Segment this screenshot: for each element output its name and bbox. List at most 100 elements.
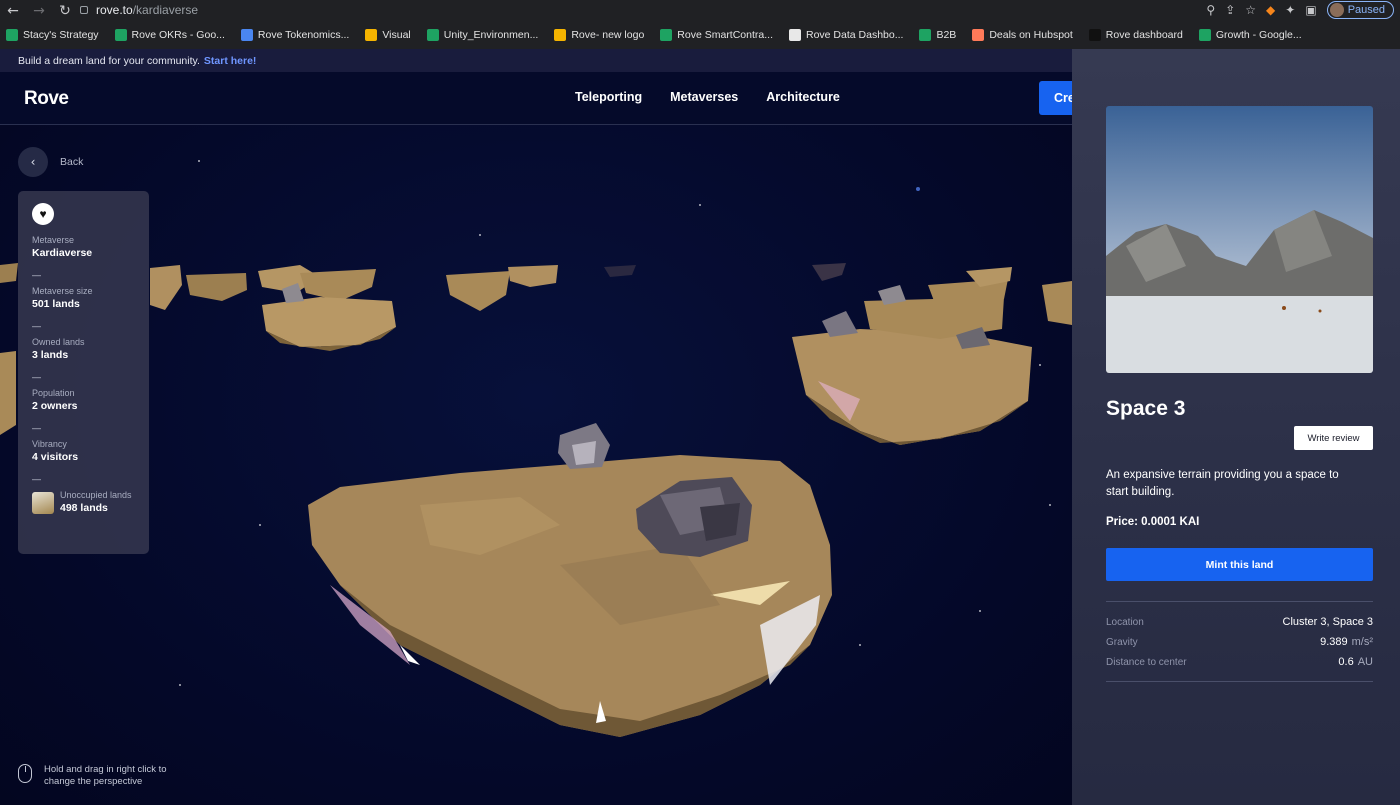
land-title: Space 3 [1106,397,1186,420]
hint-text: Hold and drag in right click to change t… [44,764,167,787]
kardiaverse-logo-icon: ♥ [32,203,54,225]
bookmark-label: Deals on Hubspot [989,29,1073,41]
detail-row-location: Location Cluster 3, Space 3 [1106,616,1373,628]
start-here-link[interactable]: Start here! [204,55,257,67]
stat-value: 2 owners [32,400,78,412]
stat-vibrancy: Vibrancy 4 visitors [32,439,135,465]
bookmark-favicon-icon [660,29,673,41]
bookmark-label: B2B [936,29,957,41]
create-button[interactable]: Create [1039,81,1072,115]
star-icon[interactable]: ☆ [1245,3,1256,17]
site-header: Rove Teleporting Metaverses Architecture… [0,72,1072,125]
stat-label: Population [32,388,75,398]
metaverse-stats-card: ♥ Metaverse Kardiaverse — Metaverse size… [18,191,149,554]
announcement-text: Build a dream land for your community. [18,54,200,67]
zoom-icon[interactable]: ⚲ [1206,3,1215,17]
bookmark-label: Rove SmartContra... [677,29,773,41]
mouse-icon [18,764,32,783]
address-bar[interactable]: rove.to/kardiaverse [80,1,1230,19]
write-review-button[interactable]: Write review [1294,426,1373,450]
reload-icon[interactable]: ↻ [52,1,78,21]
divider [1106,601,1373,602]
main-nav: Teleporting Metaverses Architecture [575,90,840,104]
bookmark-item[interactable]: Rove SmartContra... [660,29,773,41]
bookmark-favicon-icon [972,29,985,41]
scene-illustration [0,160,1072,737]
bookmark-favicon-icon [1088,29,1101,41]
bookmark-favicon-icon [114,29,127,41]
mint-land-button[interactable]: Mint this land [1106,548,1373,581]
land-price: Price: 0.0001 KAI [1106,516,1200,528]
stat-owned-lands: Owned lands 3 lands [32,337,135,363]
bookmark-item[interactable]: Unity_Environmen... [426,29,538,41]
stat-value: 4 visitors [32,451,79,463]
extensions-icon[interactable]: ✦ [1285,3,1295,17]
nav-teleporting[interactable]: Teleporting [575,90,642,104]
land-preview-image [1106,106,1373,373]
forward-arrow-icon[interactable]: → [26,1,52,21]
bookmark-label: Visual [382,29,411,41]
detail-value: Cluster 3, Space 3 [1283,616,1374,628]
bookmark-label: Rove Data Dashbo... [806,29,904,41]
bookmark-item[interactable]: B2B [919,29,956,41]
metaverse-3d-view[interactable]: ‹ Back ♥ Metaverse Kardiaverse — Metaver… [0,125,1072,805]
land-detail-panel: Space 3 Write review An expansive terrai… [1072,49,1400,805]
back-control[interactable]: ‹ Back [18,147,83,177]
stat-value: 3 lands [32,349,69,361]
stat-metaverse-size: Metaverse size 501 lands [32,286,135,312]
detail-label: Gravity [1106,637,1138,648]
bookmark-item[interactable]: Deals on Hubspot [972,29,1073,41]
back-label[interactable]: Back [60,156,83,168]
back-arrow-icon[interactable]: ← [0,1,26,21]
stat-divider: — [32,372,41,382]
stat-value: Kardiaverse [32,247,93,259]
metamask-icon[interactable]: ◆ [1266,3,1275,17]
stat-divider: — [32,474,41,484]
bookmark-favicon-icon [1198,29,1211,41]
land-description: An expansive terrain providing you a spa… [1106,469,1339,498]
bookmark-label: Rove dashboard [1105,29,1183,41]
share-icon[interactable]: ⇪ [1225,3,1235,17]
lock-icon [80,6,88,14]
detail-value-text: 0.6 [1338,656,1354,668]
url-path: /kardiaverse [132,3,199,17]
profile-paused-button[interactable]: Paused [1326,1,1394,19]
chevron-left-icon[interactable]: ‹ [18,147,48,177]
avatar [1329,3,1344,17]
nav-metaverses[interactable]: Metaverses [670,90,738,104]
terrain-preview-illustration [1106,106,1373,373]
bookmark-favicon-icon [554,29,567,41]
bookmark-favicon-icon [365,29,378,41]
bookmark-item[interactable]: Growth - Google... [1198,29,1302,41]
bookmark-favicon-icon [6,29,18,41]
bookmark-favicon-icon [919,29,932,41]
bookmark-label: Growth - Google... [1215,29,1302,41]
bookmarks-bar: Stacy's Strategy Rove OKRs - Goo... Rove T… [0,24,1302,46]
bookmark-item[interactable]: Visual [365,29,411,41]
main-island [308,423,832,737]
perspective-hint: Hold and drag in right click to change t… [18,764,194,788]
rove-logo[interactable]: Rove [24,88,69,110]
stat-unoccupied-lands: Unoccupied lands 498 lands [32,490,135,516]
bookmark-favicon-icon [426,29,439,41]
stat-label: Metaverse size [32,286,93,296]
island-mid-right [792,285,1032,445]
stat-population: Population 2 owners [32,388,135,414]
bookmark-label: Rove- new logo [571,29,645,41]
url-text[interactable]: rove.to/kardiaverse [96,3,198,17]
bookmark-item[interactable]: Rove dashboard [1088,29,1183,41]
bookmark-item[interactable]: Rove Data Dashbo... [789,29,903,41]
detail-label: Distance to center [1106,657,1187,668]
nav-architecture[interactable]: Architecture [766,90,840,104]
bookmark-item[interactable]: Rove Tokenomics... [240,29,349,41]
detail-value: 9.389 m/s² [1320,636,1373,648]
bookmark-item[interactable]: Rove- new logo [554,29,644,41]
bookmark-item[interactable]: Stacy's Strategy [6,29,99,41]
stat-label: Unoccupied lands [60,490,132,500]
stat-divider: — [32,321,41,331]
bookmark-label: Rove OKRs - Goo... [131,29,225,41]
stat-label: Vibrancy [32,439,67,449]
sidebar-icon[interactable]: ▣ [1305,3,1316,17]
browser-actions: ⚲ ⇪ ☆ ◆ ✦ ▣ Paused [1206,0,1394,20]
bookmark-item[interactable]: Rove OKRs - Goo... [114,29,225,41]
